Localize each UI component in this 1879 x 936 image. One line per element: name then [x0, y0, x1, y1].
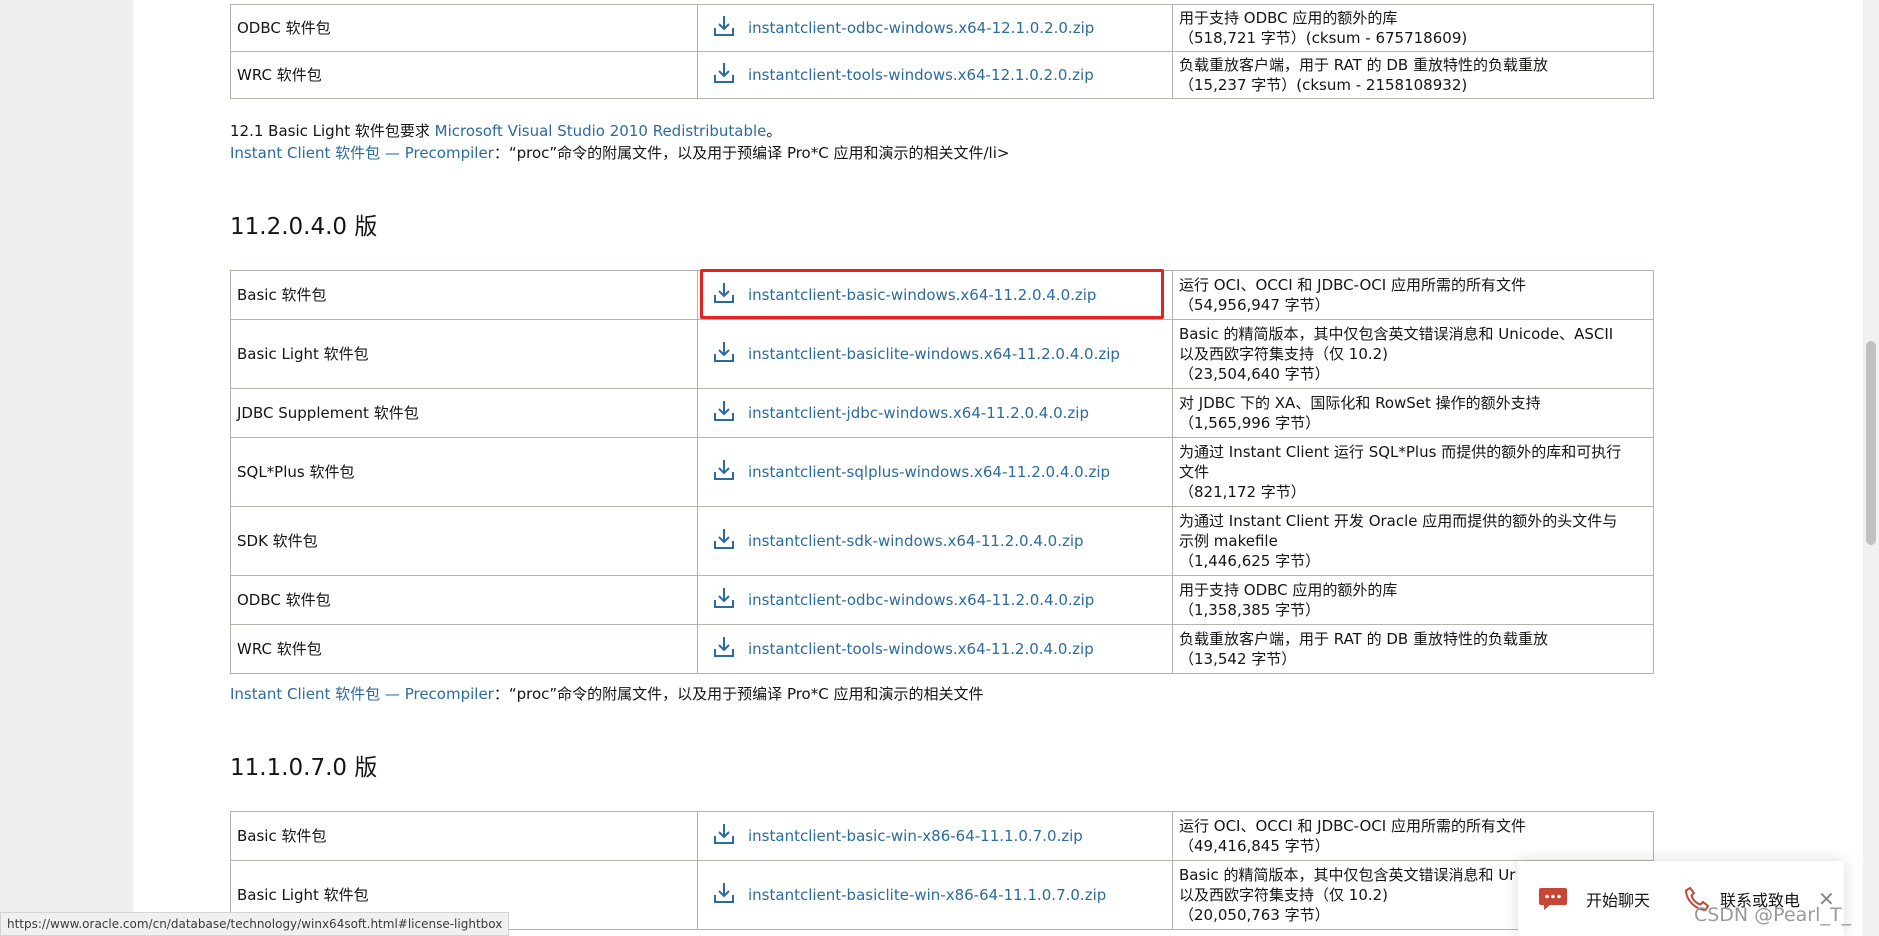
table-11204: Basic 软件包 instantclient-basic-windows.x64… — [230, 268, 1654, 674]
package-name: Basic Light 软件包 — [230, 319, 698, 389]
notes-12: 12.1 Basic Light 软件包要求 Microsoft Visual … — [230, 122, 1010, 162]
section-heading-11204: 11.2.0.4.0 版 — [230, 214, 378, 240]
scrollbar-thumb[interactable] — [1866, 341, 1876, 545]
download-icon[interactable] — [712, 399, 748, 428]
table-row: ODBC 软件包 instantclient-odbc-windows.x64-1… — [230, 575, 1654, 625]
download-link[interactable]: instantclient-tools-windows.x64-11.2.0.4… — [748, 639, 1094, 659]
package-desc: 用于支持 ODBC 应用的额外的库 — [1179, 581, 1398, 599]
package-name: SQL*Plus 软件包 — [230, 437, 698, 507]
package-size: （54,956,947 字节） — [1179, 296, 1330, 314]
start-chat-label: 开始聊天 — [1586, 890, 1651, 910]
section-heading-11107: 11.1.0.7.0 版 — [230, 755, 378, 781]
table-row: Basic 软件包 instantclient-basic-windows.x64… — [230, 268, 1654, 320]
package-name: Basic 软件包 — [230, 811, 698, 861]
package-name: JDBC Supplement 软件包 — [230, 388, 698, 438]
package-name: ODBC 软件包 — [230, 4, 698, 52]
download-link[interactable]: instantclient-odbc-windows.x64-11.2.0.4.… — [748, 590, 1094, 610]
table-row: SDK 软件包 instantclient-sdk-windows.x64-11.… — [230, 506, 1654, 576]
package-size: （23,504,640 字节） — [1179, 365, 1330, 383]
download-link[interactable]: instantclient-odbc-windows.x64-12.1.0.2.… — [748, 18, 1094, 38]
download-link[interactable]: instantclient-tools-windows.x64-12.1.0.2… — [748, 65, 1094, 85]
download-icon[interactable] — [712, 635, 748, 664]
package-size: （1,358,385 字节） — [1179, 601, 1321, 619]
package-desc: 以及西欧字符集支持（仅 10.2) — [1179, 345, 1389, 363]
download-link[interactable]: instantclient-sqlplus-windows.x64-11.2.0… — [748, 462, 1110, 482]
download-icon[interactable] — [712, 881, 748, 910]
package-size: （821,172 字节） — [1179, 483, 1306, 501]
package-size: （1,446,625 字节） — [1179, 552, 1321, 570]
scrollbar-track[interactable] — [1863, 0, 1879, 936]
package-size: （1,565,996 字节） — [1179, 414, 1321, 432]
download-link[interactable]: instantclient-jdbc-windows.x64-11.2.0.4.… — [748, 403, 1089, 423]
package-size: （49,416,845 字节） — [1179, 837, 1330, 855]
precompiler-link[interactable]: Instant Client 软件包 — Precompiler — [230, 144, 494, 162]
package-desc: 为通过 Instant Client 开发 Oracle 应用而提供的额外的头文… — [1179, 512, 1618, 530]
package-desc: 文件 — [1179, 463, 1210, 481]
package-desc: 负载重放客户端，用于 RAT 的 DB 重放特性的负载重放 — [1179, 630, 1548, 648]
table-row: SQL*Plus 软件包 instantclient-sqlplus-window… — [230, 437, 1654, 507]
download-icon[interactable] — [712, 61, 748, 90]
table-row: ODBC 软件包 instantclient-odbc-windows.x64-… — [230, 4, 1654, 52]
package-desc: 运行 OCI、OCCI 和 JDBC-OCI 应用所需的所有文件 — [1179, 276, 1526, 294]
package-size: （518,721 字节）(cksum - 675718609) — [1179, 29, 1468, 47]
table-row: WRC 软件包 instantclient-tools-windows.x64-1… — [230, 624, 1654, 674]
package-name: SDK 软件包 — [230, 506, 698, 576]
download-icon[interactable] — [712, 14, 748, 43]
package-name: Basic 软件包 — [230, 270, 698, 320]
download-link[interactable]: instantclient-basic-win-x86-64-11.1.0.7.… — [748, 826, 1083, 846]
package-name: ODBC 软件包 — [230, 575, 698, 625]
table-row: JDBC Supplement 软件包 instantclient-jdbc-wi… — [230, 388, 1654, 438]
notes-11204: Instant Client 软件包 — Precompiler：“proc”命… — [230, 685, 984, 703]
download-icon[interactable] — [712, 527, 748, 556]
watermark: CSDN @Pearl_T_ — [1693, 904, 1851, 926]
package-desc: 负载重放客户端，用于 RAT 的 DB 重放特性的负载重放 — [1179, 56, 1548, 74]
table-row: WRC 软件包 instantclient-tools-windows.x64-… — [230, 51, 1654, 99]
package-desc: Basic 的精简版本，其中仅包含英文错误消息和 Unicode、ASCII — [1179, 325, 1614, 343]
start-chat-button[interactable]: 开始聊天 — [1538, 886, 1650, 912]
table-row: Basic 软件包 instantclient-basic-win-x86-64-… — [230, 811, 1654, 861]
download-icon[interactable] — [712, 340, 748, 369]
download-link[interactable]: instantclient-basiclite-win-x86-64-11.1.… — [748, 885, 1106, 905]
package-size: （13,542 字节） — [1179, 650, 1297, 668]
highlight-box — [700, 268, 1164, 319]
status-bar-url: https://www.oracle.com/cn/database/techn… — [0, 912, 510, 936]
package-name: WRC 软件包 — [230, 51, 698, 99]
download-icon[interactable] — [712, 822, 748, 851]
package-size: （15,237 字节）(cksum - 2158108932) — [1179, 76, 1468, 94]
package-desc: 为通过 Instant Client 运行 SQL*Plus 而提供的额外的库和… — [1179, 443, 1622, 461]
table-row: Basic Light 软件包 instantclient-basiclite-w… — [230, 319, 1654, 389]
package-desc: 示例 makefile — [1179, 532, 1278, 550]
precompiler-link[interactable]: Instant Client 软件包 — Precompiler — [230, 685, 494, 703]
table-12102: ODBC 软件包 instantclient-odbc-windows.x64-… — [230, 4, 1654, 99]
chat-bubble-icon — [1539, 887, 1567, 910]
download-icon[interactable] — [712, 586, 748, 615]
package-desc: 用于支持 ODBC 应用的额外的库 — [1179, 9, 1398, 27]
download-link[interactable]: instantclient-sdk-windows.x64-11.2.0.4.0… — [748, 531, 1084, 551]
vs2010-link[interactable]: Microsoft Visual Studio 2010 Redistribut… — [435, 122, 767, 140]
download-icon[interactable] — [712, 458, 748, 487]
package-desc: 对 JDBC 下的 XA、国际化和 RowSet 操作的额外支持 — [1179, 394, 1541, 412]
package-desc: 运行 OCI、OCCI 和 JDBC-OCI 应用所需的所有文件 — [1179, 817, 1526, 835]
package-name: WRC 软件包 — [230, 624, 698, 674]
download-link[interactable]: instantclient-basiclite-windows.x64-11.2… — [748, 344, 1120, 364]
page-body: ODBC 软件包 instantclient-odbc-windows.x64-… — [133, 0, 1863, 936]
